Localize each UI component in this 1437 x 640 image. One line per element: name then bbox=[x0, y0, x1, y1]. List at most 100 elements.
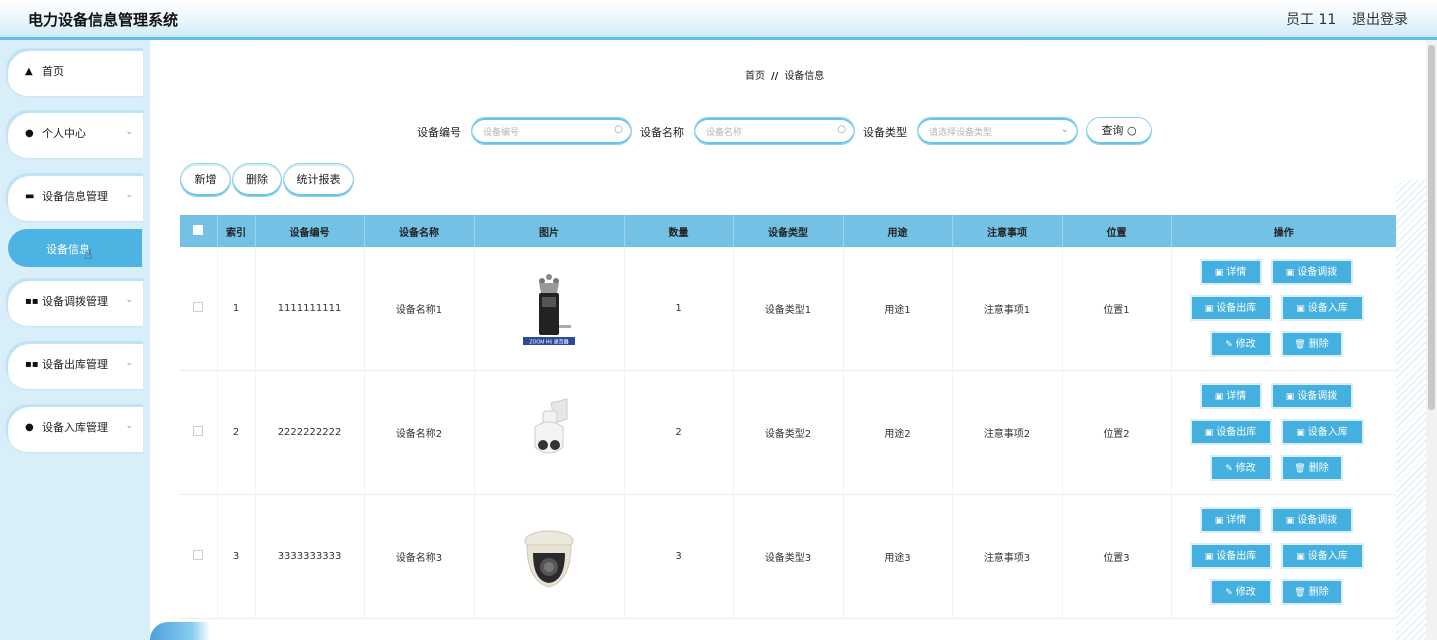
delete-row-button[interactable]: 🗑 删除 bbox=[1280, 331, 1343, 357]
query-button[interactable]: 查询 ○ bbox=[1086, 117, 1152, 145]
cell-name: 设备名称1 bbox=[363, 247, 474, 371]
top-bar: 电力设备信息管理系统 员工 11 退出登录 bbox=[0, 0, 1437, 40]
cell-use: 用途1 bbox=[842, 247, 952, 371]
user-icon: ● bbox=[25, 128, 34, 139]
column-header: 注意事项 bbox=[951, 215, 1062, 247]
outbound-button[interactable]: ▣ 设备出库 bbox=[1189, 543, 1272, 569]
sidebar-item-home[interactable]: ▲ 首页 bbox=[6, 48, 143, 96]
device-table: 索引 设备编号 设备名称 图片 数量 设备类型 用途 注意事项 位置 操作 1 … bbox=[180, 215, 1396, 619]
breadcrumb-separator: // bbox=[771, 71, 779, 82]
table-row: 1 1111111111 设备名称1 ZOOM H6 录音器 1 设备类型1 用… bbox=[180, 247, 1396, 371]
cell-qty: 2 bbox=[623, 370, 733, 495]
sidebar-item-device-info-mgmt[interactable]: ▬ 设备信息管理 ⌄ bbox=[6, 173, 143, 221]
document-icon: ▣ bbox=[1285, 516, 1295, 526]
sidebar-item-label: 设备调拨管理 bbox=[42, 295, 108, 308]
delete-row-button[interactable]: 🗑 删除 bbox=[1280, 579, 1343, 605]
column-header: 数量 bbox=[623, 215, 733, 247]
sidebar-item-label: 设备出库管理 bbox=[42, 358, 108, 371]
cell-type: 设备类型3 bbox=[732, 494, 843, 619]
transfer-button[interactable]: ▣ 设备调拨 bbox=[1270, 507, 1353, 533]
detail-button[interactable]: ▣ 详情 bbox=[1199, 383, 1262, 409]
cell-name: 设备名称2 bbox=[363, 370, 474, 495]
device-type-label: 设备类型 bbox=[863, 126, 907, 139]
transfer-button[interactable]: ▣ 设备调拨 bbox=[1270, 259, 1353, 285]
cell-notes: 注意事项1 bbox=[951, 247, 1062, 371]
cell-location: 位置1 bbox=[1061, 247, 1171, 371]
delete-button[interactable]: 删除 bbox=[232, 163, 282, 197]
column-header: 索引 bbox=[216, 215, 255, 247]
device-name-placeholder: 设备名称 bbox=[706, 128, 743, 138]
query-button-label: 查询 bbox=[1101, 124, 1124, 137]
breadcrumb-home[interactable]: 首页 bbox=[745, 71, 765, 82]
sidebar-item-inbound-mgmt[interactable]: ● 设备入库管理 ⌄ bbox=[6, 404, 143, 452]
cell-code: 2222222222 bbox=[254, 370, 364, 495]
cell-index: 1 bbox=[216, 247, 255, 371]
device-name-label: 设备名称 bbox=[640, 126, 684, 139]
scrollbar-thumb[interactable] bbox=[1428, 45, 1435, 410]
edit-button[interactable]: ✎ 修改 bbox=[1209, 579, 1272, 605]
chevron-down-icon: ⌄ bbox=[125, 358, 133, 368]
report-button[interactable]: 统计报表 bbox=[283, 163, 354, 197]
sidebar-item-profile[interactable]: ● 个人中心 ⌄ bbox=[6, 110, 143, 158]
sidebar-item-label: 个人中心 bbox=[42, 127, 86, 140]
chevron-down-icon: ⌄ bbox=[125, 190, 133, 200]
cell-location: 位置3 bbox=[1061, 494, 1171, 619]
edit-button[interactable]: ✎ 修改 bbox=[1209, 331, 1272, 357]
column-header: 设备名称 bbox=[363, 215, 474, 247]
cell-type: 设备类型2 bbox=[732, 370, 843, 495]
edit-button[interactable]: ✎ 修改 bbox=[1209, 455, 1272, 481]
inbound-button[interactable]: ▣ 设备入库 bbox=[1280, 543, 1364, 569]
cell-actions: ▣ 详情 ▣ 设备调拨 ▣ 设备出库 ▣ 设备入库 ✎ 修改 🗑 删除 bbox=[1170, 370, 1396, 495]
outbound-button[interactable]: ▣ 设备出库 bbox=[1189, 295, 1272, 321]
device-code-placeholder: 设备编号 bbox=[483, 128, 520, 138]
cell-image: ZOOM H6 录音器 bbox=[473, 247, 624, 371]
device-type-placeholder: 请选择设备类型 bbox=[929, 128, 993, 138]
cell-notes: 注意事项2 bbox=[951, 370, 1062, 495]
cell-qty: 1 bbox=[623, 247, 733, 371]
cell-image bbox=[473, 494, 624, 619]
row-checkbox[interactable] bbox=[180, 247, 217, 371]
device-code-label: 设备编号 bbox=[417, 126, 461, 139]
grid-icon: ▪▪ bbox=[25, 359, 39, 370]
search-icon: ○ bbox=[1126, 124, 1137, 137]
detail-button[interactable]: ▣ 详情 bbox=[1199, 259, 1262, 285]
sidebar-subitem-label: 设备信息 bbox=[46, 243, 90, 256]
cell-code: 1111111111 bbox=[254, 247, 364, 371]
document-icon: ▣ bbox=[1214, 392, 1224, 402]
sidebar-subitem-device-info[interactable]: 设备信息 bbox=[8, 229, 142, 267]
outbound-button[interactable]: ▣ 设备出库 bbox=[1189, 419, 1272, 445]
column-header: 设备编号 bbox=[254, 215, 364, 247]
add-button[interactable]: 新增 bbox=[180, 163, 231, 197]
sidebar-item-transfer-mgmt[interactable]: ▪▪ 设备调拨管理 ⌄ bbox=[6, 278, 143, 326]
chevron-down-icon: ⌄ bbox=[125, 421, 133, 431]
document-icon: ▣ bbox=[1204, 552, 1214, 562]
transfer-button[interactable]: ▣ 设备调拨 bbox=[1270, 383, 1353, 409]
table-row: 3 3333333333 设备名称3 3 设备类型3 用途3 注意事项3 位置3… bbox=[180, 494, 1396, 619]
app-title: 电力设备信息管理系统 bbox=[28, 11, 179, 29]
ptz-camera-image bbox=[534, 397, 568, 453]
recorder-image: ZOOM H6 录音器 bbox=[523, 273, 575, 345]
row-checkbox[interactable] bbox=[180, 370, 217, 495]
chevron-down-icon: ⌄ bbox=[125, 127, 133, 137]
breadcrumb-current: 设备信息 bbox=[784, 71, 825, 82]
current-user: 员工 11 bbox=[1286, 12, 1337, 28]
sidebar-item-label: 设备信息管理 bbox=[42, 190, 108, 203]
device-code-input[interactable]: 设备编号 ○ bbox=[471, 117, 632, 145]
detail-button[interactable]: ▣ 详情 bbox=[1199, 507, 1262, 533]
logout-link[interactable]: 退出登录 bbox=[1352, 9, 1408, 29]
document-icon: ▣ bbox=[1214, 516, 1224, 526]
document-icon: ▣ bbox=[1204, 304, 1214, 314]
delete-row-button[interactable]: 🗑 删除 bbox=[1280, 455, 1343, 481]
select-all-checkbox[interactable] bbox=[180, 215, 217, 247]
cell-name: 设备名称3 bbox=[363, 494, 474, 619]
cell-image bbox=[473, 370, 624, 495]
device-name-input[interactable]: 设备名称 ○ bbox=[694, 117, 855, 145]
row-checkbox[interactable] bbox=[180, 494, 217, 619]
inbound-button[interactable]: ▣ 设备入库 bbox=[1280, 295, 1364, 321]
document-icon: ▣ bbox=[1296, 552, 1305, 562]
device-type-select[interactable]: 请选择设备类型 ⌄ bbox=[917, 117, 1078, 145]
sidebar-item-outbound-mgmt[interactable]: ▪▪ 设备出库管理 ⌄ bbox=[6, 341, 143, 389]
cell-notes: 注意事项3 bbox=[951, 494, 1062, 619]
inbound-button[interactable]: ▣ 设备入库 bbox=[1280, 419, 1364, 445]
pencil-icon: ✎ bbox=[1225, 340, 1233, 350]
